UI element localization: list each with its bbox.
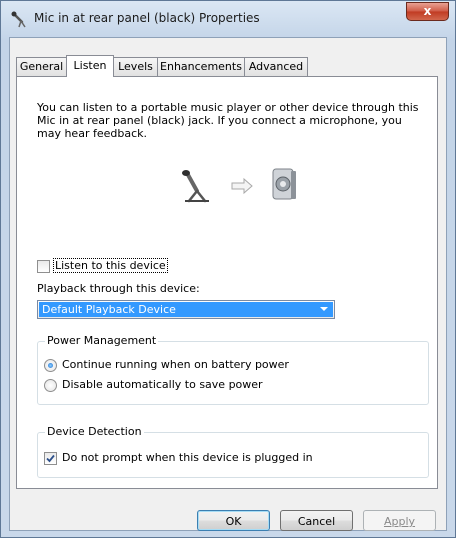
radio-selected-dot <box>48 363 53 368</box>
playback-device-value: Default Playback Device <box>39 302 333 317</box>
playback-label: Playback through this device: <box>37 282 200 295</box>
ok-button[interactable]: OK <box>197 510 270 531</box>
tab-listen[interactable]: Listen <box>66 55 114 77</box>
microphone-icon <box>11 11 26 28</box>
continue-running-radio[interactable] <box>44 359 57 372</box>
continue-running-label[interactable]: Continue running when on battery power <box>62 358 289 371</box>
microphone-icon <box>182 170 209 203</box>
window-title: Mic in at rear panel (black) Properties <box>34 11 260 25</box>
do-not-prompt-label[interactable]: Do not prompt when this device is plugge… <box>62 451 313 464</box>
properties-window: Mic in at rear panel (black) Properties … <box>0 0 456 538</box>
listen-illustration <box>182 168 296 203</box>
power-management-title: Power Management <box>45 334 159 347</box>
checkmark-icon <box>46 454 55 463</box>
tab-general[interactable]: General <box>16 57 67 76</box>
close-button[interactable]: x <box>406 2 449 21</box>
listen-description: You can listen to a portable music playe… <box>37 101 419 140</box>
device-detection-group: Device Detection Do not prompt when this… <box>37 425 429 478</box>
tab-advanced[interactable]: Advanced <box>244 57 308 76</box>
listen-to-device-checkbox[interactable] <box>37 260 50 273</box>
speaker-icon <box>272 168 296 200</box>
playback-device-select[interactable]: Default Playback Device <box>37 300 335 319</box>
chevron-down-icon <box>320 307 328 311</box>
tab-enhancements[interactable]: Enhancements <box>157 57 245 76</box>
apply-button[interactable]: Apply <box>363 510 436 531</box>
do-not-prompt-checkbox[interactable] <box>44 452 57 465</box>
listen-to-device-label[interactable]: Listen to this device <box>53 258 168 273</box>
power-management-group: Power Management Continue running when o… <box>37 334 429 405</box>
cancel-button[interactable]: Cancel <box>280 510 353 531</box>
dialog-client: General Listen Levels Enhancements Advan… <box>9 37 447 531</box>
disable-automatically-radio[interactable] <box>44 379 57 392</box>
disable-automatically-label[interactable]: Disable automatically to save power <box>62 378 263 391</box>
title-bar[interactable]: Mic in at rear panel (black) Properties … <box>1 1 455 37</box>
tab-levels[interactable]: Levels <box>113 57 158 76</box>
listen-panel: You can listen to a portable music playe… <box>16 76 438 489</box>
apply-button-label: Apply <box>383 515 416 528</box>
device-detection-title: Device Detection <box>45 425 144 438</box>
arrow-right-icon <box>231 177 253 195</box>
